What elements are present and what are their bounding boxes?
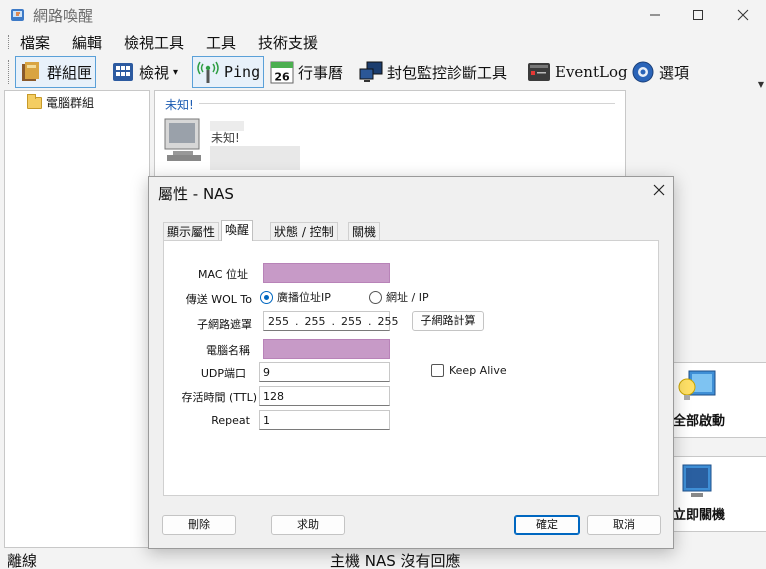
radio-address-ip[interactable]: 網址 / IP [369, 289, 429, 305]
cancel-button[interactable]: 取消 [587, 515, 661, 535]
maximize-button[interactable] [675, 0, 721, 30]
menu-grip [8, 35, 10, 49]
menu-edit[interactable]: 編輯 [72, 32, 102, 53]
computer-icon[interactable] [163, 117, 207, 163]
help-button[interactable]: 求助 [271, 515, 345, 535]
udp-port-label: UDP端口 [200, 367, 246, 380]
toolbar: 群組匣 檢視 ▾ Ping 26 行事曆 封包監控診斷工具 EventLog 選… [0, 54, 766, 90]
tree-item-label: 電腦群組 [46, 96, 95, 110]
minimize-button[interactable] [632, 0, 678, 30]
toolbar-grip [8, 60, 10, 84]
calendar-button[interactable]: 26 行事曆 [267, 56, 346, 88]
wake-all-button[interactable]: 全部啟動 [666, 362, 766, 438]
monitor-bulb-icon [678, 370, 716, 400]
chevron-down-icon: ▾ [173, 66, 179, 78]
tab-status-control[interactable]: 狀態 / 控制 [270, 222, 338, 240]
app-icon [11, 9, 24, 21]
host-status: 未知! [211, 131, 240, 145]
close-button[interactable] [720, 0, 766, 30]
radio-unselected-icon [369, 290, 382, 304]
toolbar-overflow-icon[interactable]: ▼ [758, 80, 764, 89]
radio-broadcast[interactable]: 廣播位址IP [260, 289, 331, 305]
computer-name-label: 電腦名稱 [206, 344, 250, 357]
ttl-label: 存活時間 (TTL) [181, 391, 257, 404]
eventlog-icon [528, 63, 550, 81]
subnet-calculator-button[interactable]: 子網路計算 [412, 311, 484, 331]
group-divider [199, 103, 615, 104]
wake-tab-panel: MAC 位址 傳送 WOL To 廣播位址IP 網址 / IP 子網路遮罩 25… [163, 240, 659, 496]
computer-name-field[interactable] [263, 339, 390, 359]
properties-dialog: 屬性 - NAS 顯示屬性 喚醒 狀態 / 控制 關機 MAC 位址 傳送 WO… [148, 176, 674, 549]
mac-label: MAC 位址 [198, 268, 248, 281]
mac-field[interactable] [263, 263, 390, 283]
keep-alive-checkbox[interactable]: Keep Alive [431, 364, 507, 377]
calendar-icon: 26 [270, 61, 294, 84]
eventlog-button[interactable]: EventLog [524, 56, 631, 88]
monitor-power-icon [682, 464, 712, 497]
group-header: 未知! [165, 98, 194, 112]
folder-icon [27, 93, 42, 109]
menu-view-tools[interactable]: 檢視工具 [124, 32, 184, 53]
menu-tools[interactable]: 工具 [206, 32, 236, 53]
book-icon [22, 62, 39, 81]
dialog-title: 屬性 - NAS [158, 185, 234, 203]
subnet-label: 子網路遮罩 [197, 318, 252, 331]
network-monitor-icon [359, 61, 383, 82]
gear-icon [632, 61, 654, 83]
groups-button[interactable]: 群組匣 [15, 56, 97, 88]
delete-button[interactable]: 刪除 [162, 515, 236, 535]
checkbox-unchecked-icon [431, 364, 444, 377]
host-detail-masked [210, 146, 300, 170]
dialog-close-button[interactable] [653, 180, 665, 201]
ok-button[interactable]: 確定 [514, 515, 580, 535]
send-to-label: 傳送 WOL To [185, 293, 252, 306]
view-button[interactable]: 檢視 ▾ [108, 56, 181, 88]
repeat-label: Repeat [211, 414, 250, 427]
udp-port-field[interactable]: 9 [259, 362, 390, 382]
subnet-mask-field[interactable]: 255. 255. 255. 255 [263, 311, 399, 331]
radio-selected-icon [260, 290, 273, 304]
shutdown-now-label: 立即關機 [673, 508, 726, 523]
group-tree: 電腦群組 [4, 90, 150, 548]
tab-shutdown[interactable]: 關機 [348, 222, 381, 240]
maximize-icon [693, 10, 703, 20]
ping-button[interactable]: Ping [192, 56, 265, 88]
status-message: 主機 NAS 沒有回應 [330, 552, 461, 569]
antenna-icon [197, 61, 219, 83]
close-icon [653, 184, 665, 196]
tab-display-properties[interactable]: 顯示屬性 [163, 222, 220, 240]
options-button[interactable]: 選項 [628, 56, 692, 88]
menu-file[interactable]: 檔案 [20, 32, 50, 53]
title-bar: 網路喚醒 [0, 0, 766, 30]
ttl-field[interactable]: 128 [259, 386, 390, 406]
menu-bar: 檔案 編輯 檢視工具 工具 技術支援 [0, 30, 766, 54]
connection-status: 離線 [7, 552, 38, 569]
window-title: 網路喚醒 [33, 7, 94, 25]
packet-monitor-button[interactable]: 封包監控診斷工具 [356, 56, 510, 88]
menu-support[interactable]: 技術支援 [258, 32, 318, 53]
grid-view-icon [113, 63, 133, 81]
shutdown-now-button[interactable]: 立即關機 [666, 456, 766, 532]
tab-wake[interactable]: 喚醒 [221, 220, 254, 241]
svg-text:26: 26 [274, 71, 290, 84]
repeat-field[interactable]: 1 [259, 410, 390, 430]
minimize-icon [650, 14, 660, 16]
tree-item-computer-groups[interactable]: 電腦群組 [27, 93, 95, 111]
close-icon [737, 9, 749, 21]
wake-all-label: 全部啟動 [673, 414, 726, 429]
status-bar: 離線 主機 NAS 沒有回應 [0, 549, 766, 569]
